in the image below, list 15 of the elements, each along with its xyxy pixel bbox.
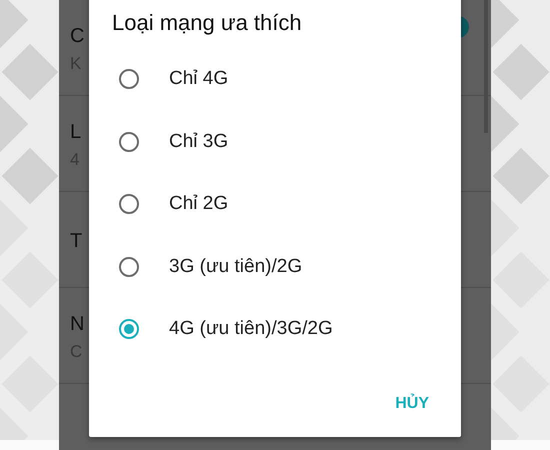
radio-button[interactable] xyxy=(119,132,139,152)
setting-title: N xyxy=(70,313,84,336)
setting-title: C xyxy=(70,25,84,48)
option-label[interactable]: 3G (ưu tiên)/2G xyxy=(169,256,302,278)
radio-button[interactable] xyxy=(119,69,139,90)
setting-title: T xyxy=(70,230,82,253)
radio-button[interactable] xyxy=(119,256,139,277)
option-label[interactable]: Chỉ 3G xyxy=(169,130,228,153)
setting-title: L xyxy=(70,121,82,144)
option-label[interactable]: 4G (ưu tiên)/3G/2G xyxy=(169,318,333,340)
option-label[interactable]: Chỉ 2G xyxy=(169,193,228,216)
radio-button[interactable] xyxy=(119,194,139,214)
dialog-title: Loại mạng ưa thích xyxy=(112,10,302,36)
option-label[interactable]: Chỉ 4G xyxy=(169,68,228,90)
radio-button[interactable] xyxy=(119,319,139,340)
